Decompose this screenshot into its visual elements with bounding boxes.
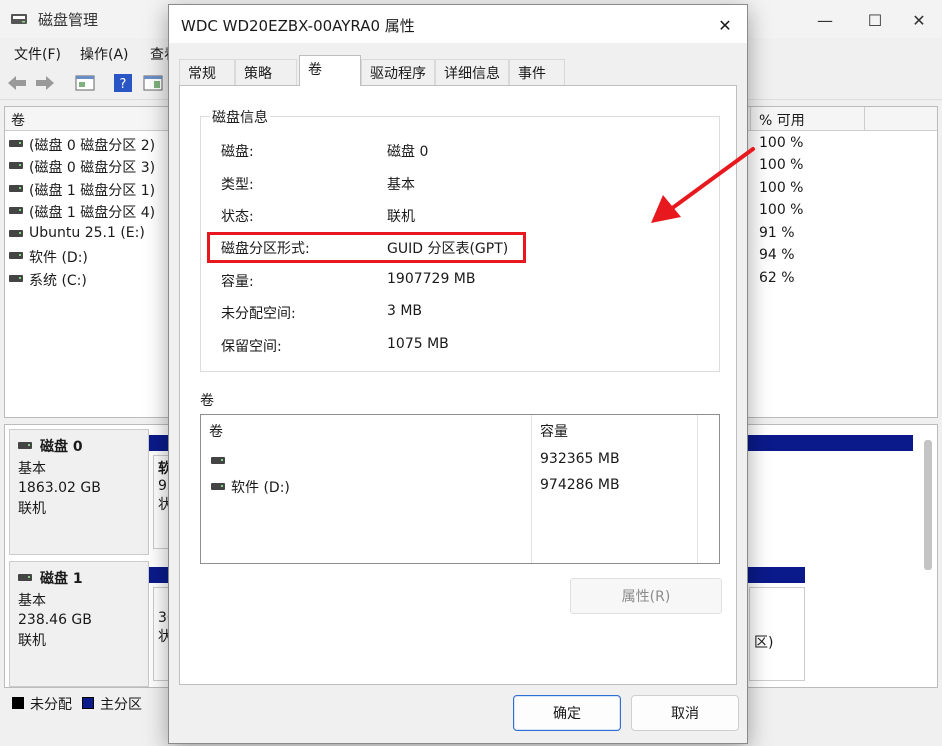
minimize-icon[interactable]: — — [802, 6, 848, 34]
tab-events[interactable]: 事件 — [509, 59, 565, 85]
list-column-volume[interactable]: 卷 — [209, 421, 223, 441]
cancel-button[interactable]: 取消 — [631, 695, 739, 731]
volumes-section-title: 卷 — [200, 393, 214, 409]
disk-0-label[interactable]: 磁盘 0 基本 1863.02 GB 联机 — [9, 429, 149, 555]
list-item[interactable]: 932365 MB — [201, 449, 697, 473]
drive-icon — [9, 140, 23, 147]
tab-details[interactable]: 详细信息 — [435, 59, 509, 85]
drive-icon — [211, 457, 225, 464]
svg-text:?: ? — [120, 77, 127, 92]
legend-unallocated-swatch — [12, 697, 24, 709]
drive-icon — [9, 252, 23, 259]
drive-icon — [9, 230, 23, 237]
tab-volumes[interactable]: 卷 — [299, 55, 361, 86]
disk-1-label[interactable]: 磁盘 1 基本 238.46 GB 联机 — [9, 561, 149, 687]
column-percent-free[interactable]: % 可用 — [759, 110, 805, 130]
drive-icon — [18, 574, 32, 581]
drive-icon — [9, 185, 23, 192]
info-row-unallocated: 未分配空间: 3 MB — [221, 303, 423, 322]
volumes-listview[interactable]: 卷 容量 932365 MB 软件 (D:) 974286 MB — [200, 414, 720, 564]
highlight-annotation-box — [207, 232, 526, 263]
properties-view-icon[interactable] — [142, 73, 164, 93]
forward-arrow-icon[interactable] — [34, 73, 56, 93]
disk-info-group-title: 磁盘信息 — [210, 107, 270, 127]
legend-primary-swatch — [82, 697, 94, 709]
legend-unallocated-label: 未分配 — [30, 697, 72, 713]
info-row-capacity: 容量: 1907729 MB — [221, 271, 476, 290]
dialog-titlebar: WDC WD20EZBX-00AYRA0 属性 ✕ — [169, 5, 747, 43]
tab-strip: 常规 策略 卷 驱动程序 详细信息 事件 — [179, 55, 739, 86]
maximize-icon[interactable]: ☐ — [852, 6, 898, 34]
disk-properties-dialog: WDC WD20EZBX-00AYRA0 属性 ✕ 常规 策略 卷 驱动程序 详… — [168, 4, 755, 744]
close-icon[interactable]: ✕ — [896, 6, 942, 34]
drive-icon — [18, 442, 32, 449]
red-arrow-annotation — [651, 147, 755, 223]
ok-button[interactable]: 确定 — [513, 695, 621, 731]
column-volume[interactable]: 卷 — [11, 110, 25, 130]
properties-button[interactable]: 属性(R) — [570, 578, 722, 614]
dialog-title: WDC WD20EZBX-00AYRA0 属性 — [181, 17, 415, 35]
tab-driver[interactable]: 驱动程序 — [361, 59, 435, 85]
back-arrow-icon[interactable] — [6, 73, 28, 93]
drive-icon — [9, 207, 23, 214]
tab-policies[interactable]: 策略 — [235, 59, 297, 85]
tab-general[interactable]: 常规 — [179, 59, 235, 85]
list-column-capacity[interactable]: 容量 — [540, 421, 568, 441]
list-item[interactable]: 软件 (D:) 974286 MB — [201, 475, 697, 499]
menu-file[interactable]: 文件(F) — [14, 44, 61, 64]
drive-icon — [9, 275, 23, 282]
legend-primary-label: 主分区 — [100, 697, 142, 713]
scrollbar-thumb[interactable] — [924, 440, 932, 570]
menu-action[interactable]: 操作(A) — [80, 44, 129, 64]
main-window-title: 磁盘管理 — [38, 11, 99, 29]
drive-icon — [211, 483, 225, 490]
drive-icon — [9, 162, 23, 169]
close-icon[interactable]: ✕ — [707, 11, 743, 39]
partition-box[interactable]: 区) — [749, 587, 805, 681]
disk-management-icon — [11, 14, 27, 24]
info-row-reserved: 保留空间: 1075 MB — [221, 336, 449, 355]
help-icon[interactable]: ? — [112, 73, 134, 93]
console-tree-icon[interactable] — [74, 73, 96, 93]
